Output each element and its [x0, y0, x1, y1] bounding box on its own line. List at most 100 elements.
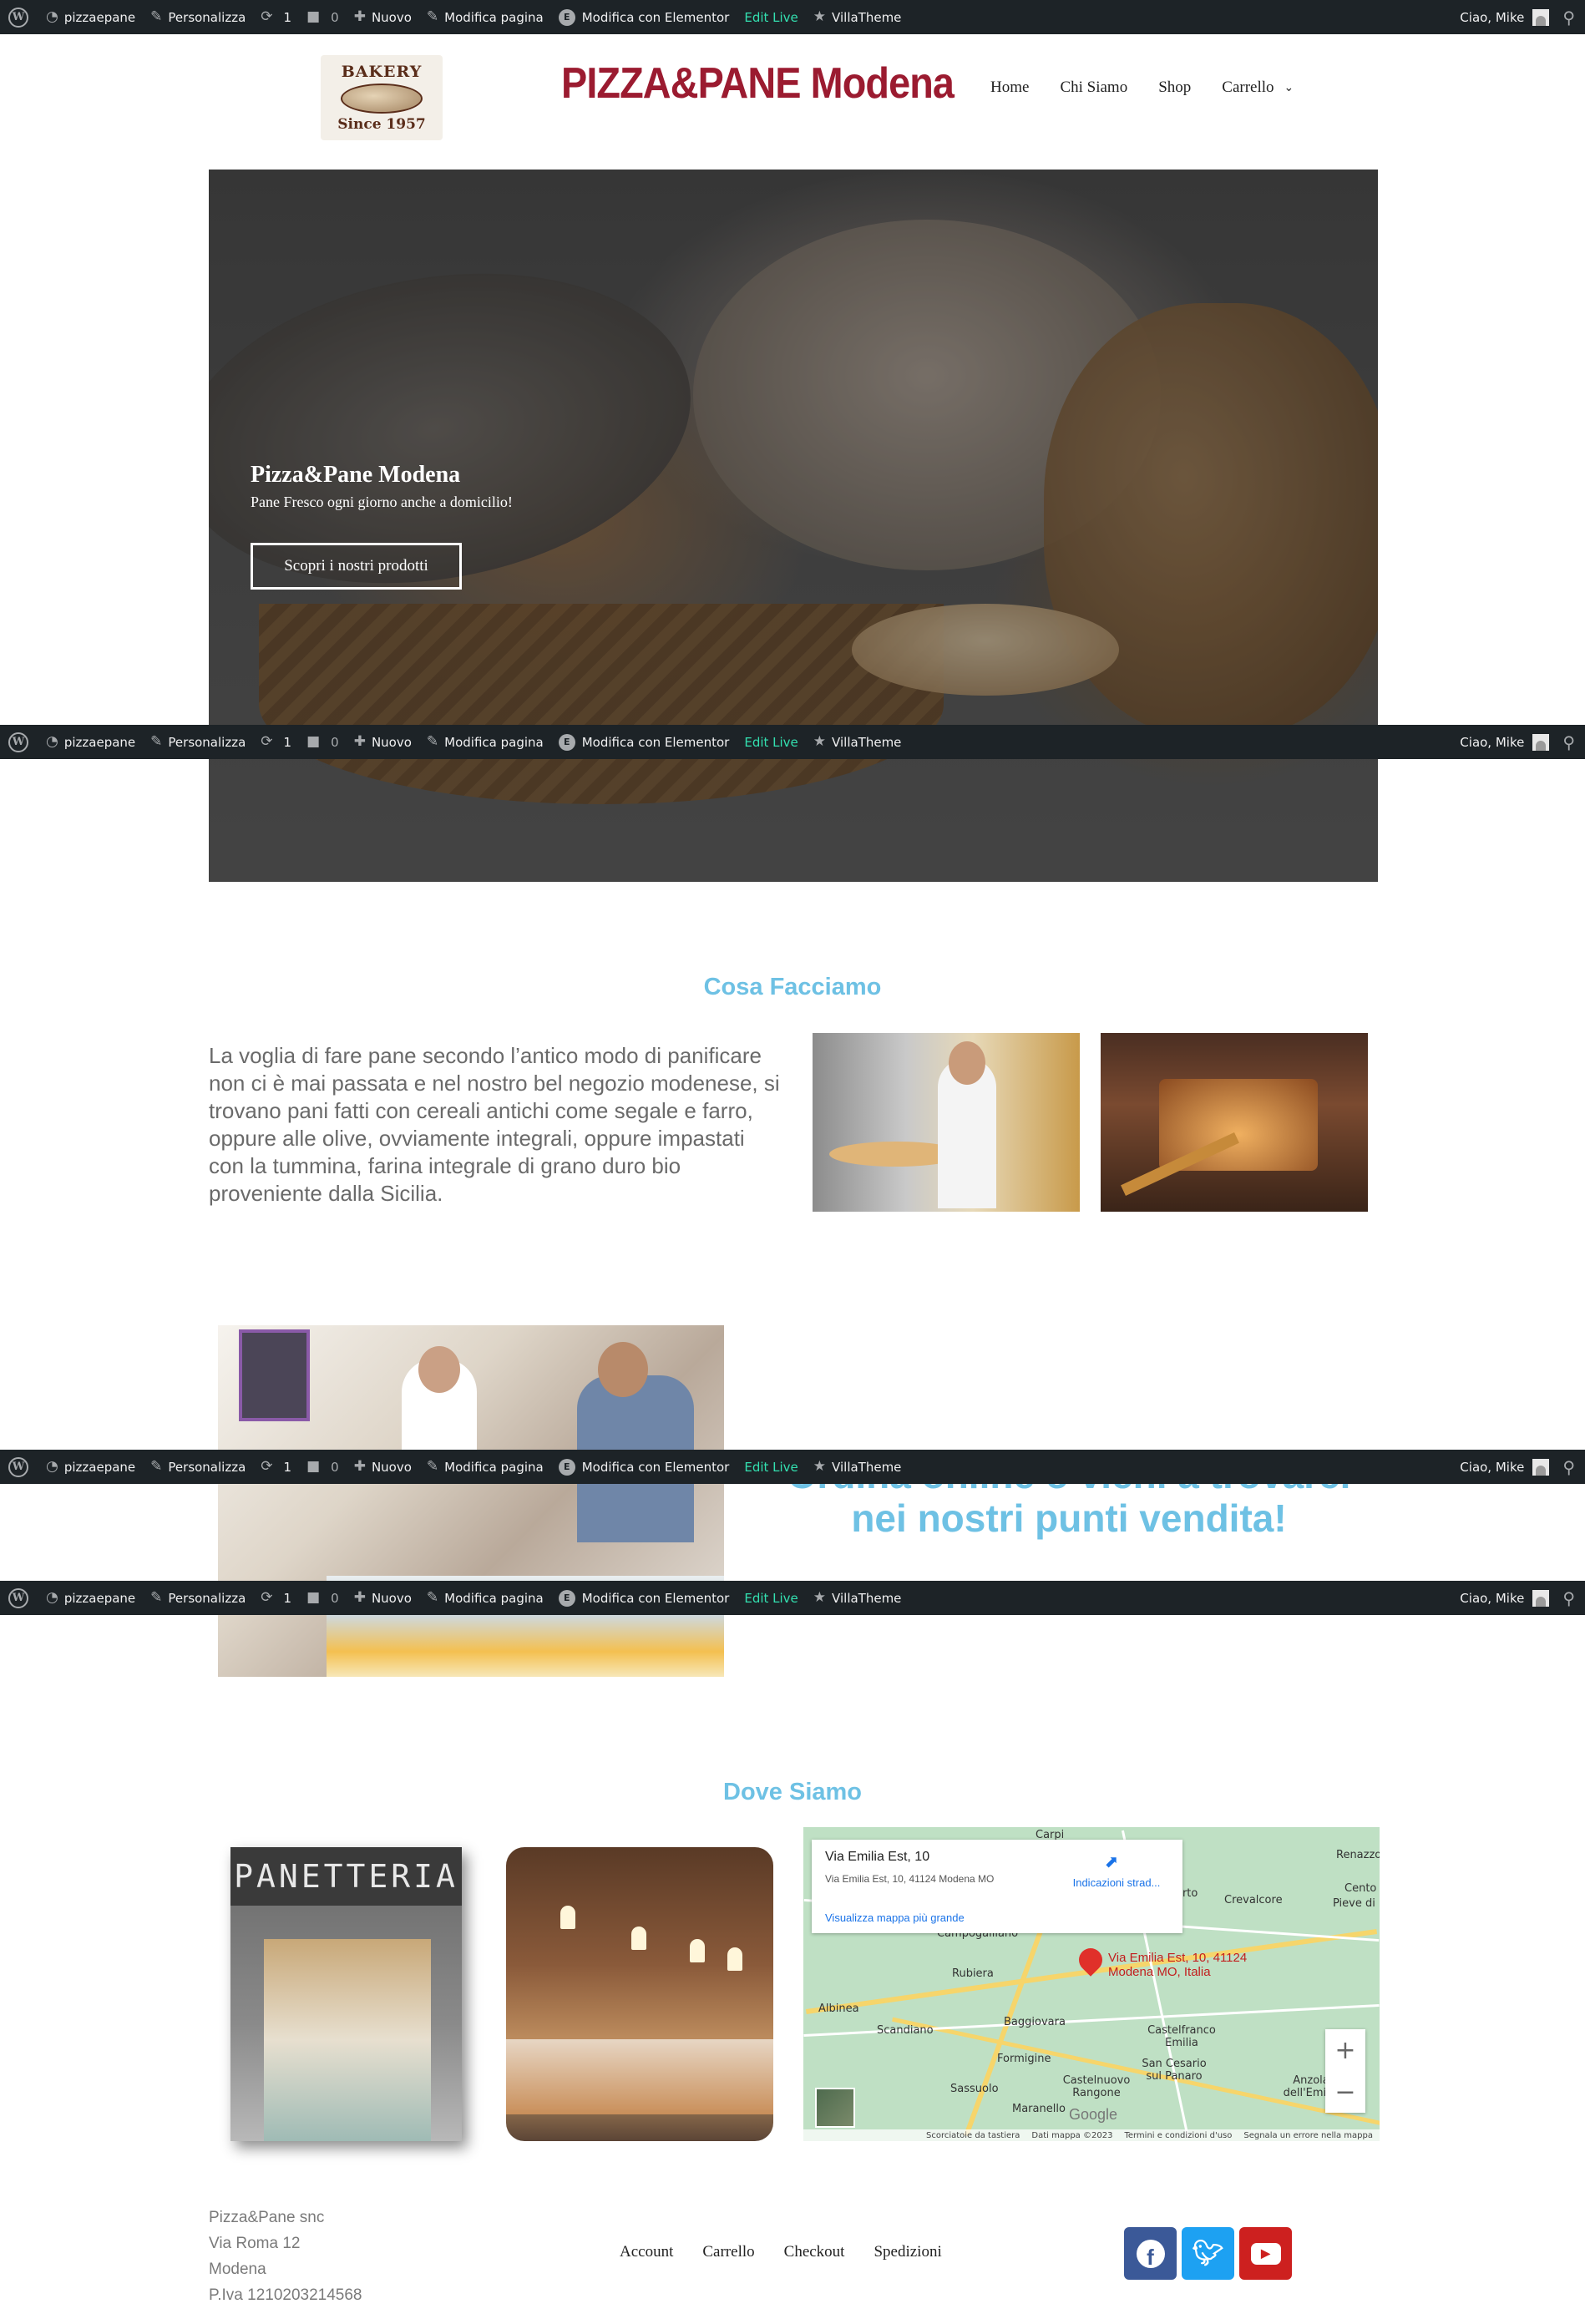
admin-bar-customize[interactable]: ✎ Personalizza	[143, 1581, 253, 1615]
nav-chi-siamo[interactable]: Chi Siamo	[1060, 78, 1127, 97]
site-title[interactable]: PIZZA&PANE Modena	[561, 58, 955, 109]
products-button[interactable]: Scopri i nostri prodotti	[251, 543, 462, 590]
admin-bar-new[interactable]: ✚ Nuovo	[347, 1581, 419, 1615]
admin-bar-updates[interactable]: ⟳ 1	[253, 0, 299, 34]
baker-photo	[813, 1033, 1080, 1212]
admin-bar-comments[interactable]: ■ 0	[299, 725, 347, 759]
bread-loaf-icon	[341, 84, 423, 114]
admin-bar-new[interactable]: ✚ Nuovo	[347, 1450, 419, 1484]
admin-bar-villatheme[interactable]: ★ VillaTheme	[806, 1581, 909, 1615]
pencil-icon: ✎	[426, 1458, 439, 1475]
search-icon[interactable]: ⚲	[1562, 1457, 1575, 1477]
brush-icon: ✎	[150, 1589, 163, 1606]
admin-bar-edit-elementor[interactable]: E Modifica con Elementor	[551, 0, 737, 34]
search-icon[interactable]: ⚲	[1562, 732, 1575, 752]
admin-bar-edit-elementor[interactable]: E Modifica con Elementor	[551, 725, 737, 759]
wordpress-icon[interactable]: W	[8, 7, 28, 28]
footer-street: Via Roma 12	[209, 2235, 301, 2252]
nav-shop[interactable]: Shop	[1158, 78, 1191, 97]
updates-icon: ⟳	[261, 733, 273, 750]
map-town: Maranello	[1012, 2103, 1066, 2115]
zoom-in-button[interactable]: +	[1325, 2029, 1365, 2071]
map-town: Castelfranco Emilia	[1147, 2024, 1216, 2049]
wordpress-icon[interactable]: W	[8, 1587, 28, 1608]
youtube-button[interactable]: ▶	[1239, 2227, 1292, 2280]
footer-link-spedizioni[interactable]: Spedizioni	[874, 2243, 941, 2261]
map-town: Scandiano	[877, 2024, 934, 2037]
updates-icon: ⟳	[261, 8, 273, 25]
directions-link[interactable]: Indicazioni strad...	[1062, 1876, 1171, 1889]
star-icon: ★	[813, 8, 827, 25]
admin-bar-edit-live[interactable]: Edit Live	[737, 0, 805, 34]
admin-bar-customize[interactable]: ✎ Personalizza	[143, 725, 253, 759]
hero-subtitle: Pane Fresco ogni giorno anche a domicili…	[251, 494, 513, 510]
admin-bar-edit-elementor[interactable]: E Modifica con Elementor	[551, 1581, 737, 1615]
admin-bar-updates[interactable]: ⟳ 1	[253, 1450, 299, 1484]
wordpress-icon[interactable]: W	[8, 1456, 28, 1477]
footer-link-checkout[interactable]: Checkout	[784, 2243, 845, 2261]
map-larger-link[interactable]: Visualizza mappa più grande	[825, 1911, 965, 1924]
admin-bar-comments[interactable]: ■ 0	[299, 0, 347, 34]
admin-bar-updates[interactable]: ⟳ 1	[253, 725, 299, 759]
admin-bar-comments[interactable]: ■ 0	[299, 1581, 347, 1615]
admin-bar-edit-page[interactable]: ✎ Modifica pagina	[419, 725, 551, 759]
admin-bar-site[interactable]: ◔ pizzaepane	[38, 1450, 143, 1484]
wordpress-icon[interactable]: W	[8, 732, 28, 752]
search-icon[interactable]: ⚲	[1562, 8, 1575, 28]
nav-home[interactable]: Home	[990, 78, 1029, 97]
admin-bar-edit-page[interactable]: ✎ Modifica pagina	[419, 1581, 551, 1615]
pencil-icon: ✎	[426, 1589, 439, 1606]
star-icon: ★	[813, 733, 827, 750]
admin-bar-edit-page[interactable]: ✎ Modifica pagina	[419, 0, 551, 34]
admin-bar-villatheme[interactable]: ★ VillaTheme	[806, 0, 909, 34]
facebook-button[interactable]: f	[1124, 2227, 1177, 2280]
footer-link-carrello[interactable]: Carrello	[702, 2243, 754, 2261]
map-info-card: Via Emilia Est, 10 Via Emilia Est, 10, 4…	[812, 1840, 1182, 1933]
panetteria-sign: PANETTERIA	[230, 1847, 462, 1906]
zoom-out-button[interactable]: −	[1325, 2071, 1365, 2113]
admin-bar-edit-live[interactable]: Edit Live	[737, 1581, 805, 1615]
admin-bar-site[interactable]: ◔ pizzaepane	[38, 0, 143, 34]
cosa-facciamo-text: La voglia di fare pane secondo l’antico …	[209, 1043, 780, 1206]
admin-bar-villatheme[interactable]: ★ VillaTheme	[806, 1450, 909, 1484]
admin-bar-edit-page[interactable]: ✎ Modifica pagina	[419, 1450, 551, 1484]
admin-bar-account[interactable]: Ciao, Mike	[1460, 1450, 1550, 1484]
admin-bar-site[interactable]: ◔ pizzaepane	[38, 1581, 143, 1615]
footer-nav: Account Carrello Checkout Spedizioni	[620, 2243, 942, 2261]
twitter-button[interactable]: 🐦︎	[1182, 2227, 1234, 2280]
admin-bar-edit-elementor[interactable]: E Modifica con Elementor	[551, 1450, 737, 1484]
pencil-icon: ✎	[426, 733, 439, 750]
twitter-icon: 🐦︎	[1192, 2240, 1224, 2267]
map-town: San Cesario sul Panaro	[1142, 2058, 1207, 2083]
admin-bar-account[interactable]: Ciao, Mike	[1460, 725, 1550, 759]
elementor-icon: E	[558, 1458, 575, 1476]
map-terms-link[interactable]: Termini e condizioni d'uso	[1124, 2131, 1232, 2140]
admin-bar-customize[interactable]: ✎ Personalizza	[143, 1450, 253, 1484]
admin-bar-customize[interactable]: ✎ Personalizza	[143, 0, 253, 34]
admin-bar-comments[interactable]: ■ 0	[299, 1450, 347, 1484]
admin-bar-new[interactable]: ✚ Nuovo	[347, 0, 419, 34]
google-map[interactable]: Carpi Renazzo Cento Pieve di Crevalcore …	[803, 1827, 1380, 2141]
footer-city: Modena	[209, 2261, 266, 2278]
directions-icon[interactable]: ⬈	[1102, 1851, 1121, 1871]
search-icon[interactable]: ⚲	[1562, 1588, 1575, 1608]
brush-icon: ✎	[150, 1458, 163, 1475]
map-data-credit: Dati mappa ©2023	[1031, 2130, 1113, 2140]
admin-bar-updates[interactable]: ⟳ 1	[253, 1581, 299, 1615]
admin-bar-edit-live[interactable]: Edit Live	[737, 725, 805, 759]
nav-carrello[interactable]: Carrello ⌄	[1222, 78, 1294, 97]
admin-bar-edit-live[interactable]: Edit Live	[737, 1450, 805, 1484]
plus-icon: ✚	[353, 1589, 366, 1606]
admin-bar-villatheme[interactable]: ★ VillaTheme	[806, 725, 909, 759]
map-shortcuts-link[interactable]: Scorciatoie da tastiera	[926, 2131, 1020, 2140]
footer-link-account[interactable]: Account	[620, 2243, 673, 2261]
admin-bar-site[interactable]: ◔ pizzaepane	[38, 725, 143, 759]
map-town: Castelnuovo Rangone	[1062, 2074, 1131, 2099]
satellite-toggle[interactable]	[815, 2088, 855, 2128]
map-report-link[interactable]: Segnala un errore nella mappa	[1243, 2131, 1373, 2140]
admin-bar-new[interactable]: ✚ Nuovo	[347, 725, 419, 759]
admin-bar-account[interactable]: Ciao, Mike	[1460, 0, 1550, 34]
avatar	[1532, 1589, 1550, 1607]
site-logo[interactable]: BAKERY Since 1957	[321, 55, 443, 140]
admin-bar-account[interactable]: Ciao, Mike	[1460, 1581, 1550, 1615]
